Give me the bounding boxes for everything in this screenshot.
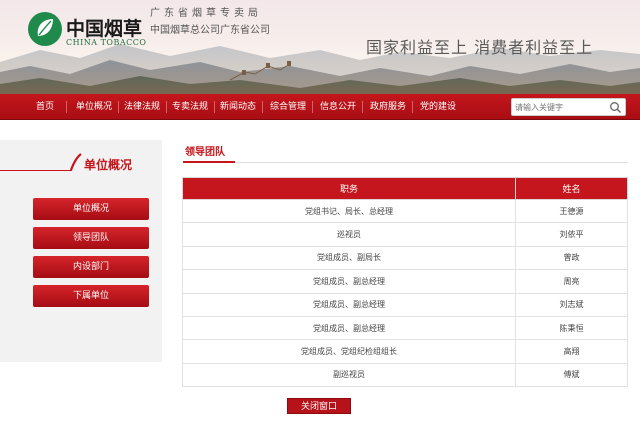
nav-divider xyxy=(118,101,119,113)
brand-name-en: CHINA TOBACCO xyxy=(66,38,147,47)
nav-item-overview[interactable]: 单位概况 xyxy=(76,94,112,120)
name-cell: 高翔 xyxy=(515,339,628,364)
leadership-table: 职务 姓名 党组书记、局长、总经理 王德源 巡视员 刘依平 党组成员、副局长 曾… xyxy=(182,177,628,388)
table-row: 副巡视员 傅斌 xyxy=(182,362,628,388)
bureau-name: 广东省烟草专卖局 xyxy=(150,8,262,19)
sidebar-header-line xyxy=(0,170,72,171)
nav-item-home[interactable]: 首页 xyxy=(36,94,54,120)
name-cell: 曾政 xyxy=(515,245,628,271)
tobacco-leaf-logo-icon xyxy=(28,12,62,46)
title-underline xyxy=(235,162,628,163)
name-cell: 王德源 xyxy=(515,198,628,224)
sidebar-item-overview[interactable]: 单位概况 xyxy=(33,198,149,220)
search-input[interactable] xyxy=(515,101,605,114)
sidebar-item-leadership[interactable]: 领导团队 xyxy=(33,227,149,249)
search-icon[interactable] xyxy=(609,101,622,114)
sidebar-header: 单位概况 xyxy=(0,150,162,174)
nav-divider xyxy=(312,101,313,113)
title-underline-accent xyxy=(183,161,235,163)
column-header-name: 姓名 xyxy=(515,177,628,200)
nav-divider xyxy=(166,101,167,113)
position-cell: 副巡视员 xyxy=(182,362,516,388)
sidebar-title: 单位概况 xyxy=(84,158,133,172)
main-nav: 首页 单位概况 法律法规 专卖法规 新闻动态 综合管理 信息公开 政府服务 党的… xyxy=(0,94,640,120)
nav-item-gov-services[interactable]: 政府服务 xyxy=(370,94,406,120)
brand-name-cn: 中国烟草 xyxy=(66,18,143,40)
nav-divider xyxy=(412,101,413,113)
nav-item-news[interactable]: 新闻动态 xyxy=(220,94,256,120)
position-cell: 党组成员、副总经理 xyxy=(182,269,516,294)
name-cell: 周亮 xyxy=(515,269,628,294)
search-box xyxy=(511,98,626,116)
nav-item-disclosure[interactable]: 信息公开 xyxy=(320,94,356,120)
sidebar: 单位概况 单位概况 领导团队 内设部门 下属单位 xyxy=(0,140,162,362)
position-cell: 党组书记、局长、总经理 xyxy=(182,198,516,224)
table-row: 党组成员、副总经理 周亮 xyxy=(182,269,628,294)
company-name: 中国烟草总公司广东省公司 xyxy=(150,25,270,36)
position-cell: 巡视员 xyxy=(182,222,516,247)
name-cell: 傅斌 xyxy=(515,362,628,388)
table-row: 巡视员 刘依平 xyxy=(182,222,628,247)
sidebar-item-departments[interactable]: 内设部门 xyxy=(33,256,149,278)
page-title: 领导团队 xyxy=(185,147,225,158)
nav-divider xyxy=(66,101,67,113)
nav-item-party-building[interactable]: 党的建设 xyxy=(420,94,456,120)
close-window-button[interactable]: 关闭窗口 xyxy=(287,398,351,414)
position-cell: 党组成员、副局长 xyxy=(182,245,516,271)
table-row: 党组成员、副总经理 陈秉恒 xyxy=(182,315,628,341)
nav-item-monopoly-laws[interactable]: 专卖法规 xyxy=(172,94,208,120)
nav-divider xyxy=(214,101,215,113)
position-cell: 党组成员、副总经理 xyxy=(182,292,516,317)
nav-divider xyxy=(362,101,363,113)
table-row: 党组成员、副总经理 刘志斌 xyxy=(182,292,628,317)
slogan: 国家利益至上 消费者利益至上 xyxy=(366,38,594,57)
table-row: 党组成员、党组纪检组组长 高翔 xyxy=(182,339,628,364)
name-cell: 刘志斌 xyxy=(515,292,628,317)
header-banner: 中国烟草 CHINA TOBACCO 广东省烟草专卖局 中国烟草总公司广东省公司… xyxy=(0,0,640,94)
position-cell: 党组成员、党组纪检组组长 xyxy=(182,339,516,364)
column-header-position: 职务 xyxy=(182,177,516,200)
nav-divider xyxy=(262,101,263,113)
sidebar-item-subsidiaries[interactable]: 下属单位 xyxy=(33,285,149,307)
table-row: 党组成员、副局长 曾政 xyxy=(182,245,628,271)
name-cell: 刘依平 xyxy=(515,222,628,247)
table-row: 党组书记、局长、总经理 王德源 xyxy=(182,198,628,224)
nav-item-laws[interactable]: 法律法规 xyxy=(124,94,160,120)
nav-item-management[interactable]: 综合管理 xyxy=(270,94,306,120)
position-cell: 党组成员、副总经理 xyxy=(182,315,516,341)
sidebar-swoosh-icon xyxy=(70,153,82,171)
table-header-row: 职务 姓名 xyxy=(182,177,628,200)
name-cell: 陈秉恒 xyxy=(515,315,628,341)
